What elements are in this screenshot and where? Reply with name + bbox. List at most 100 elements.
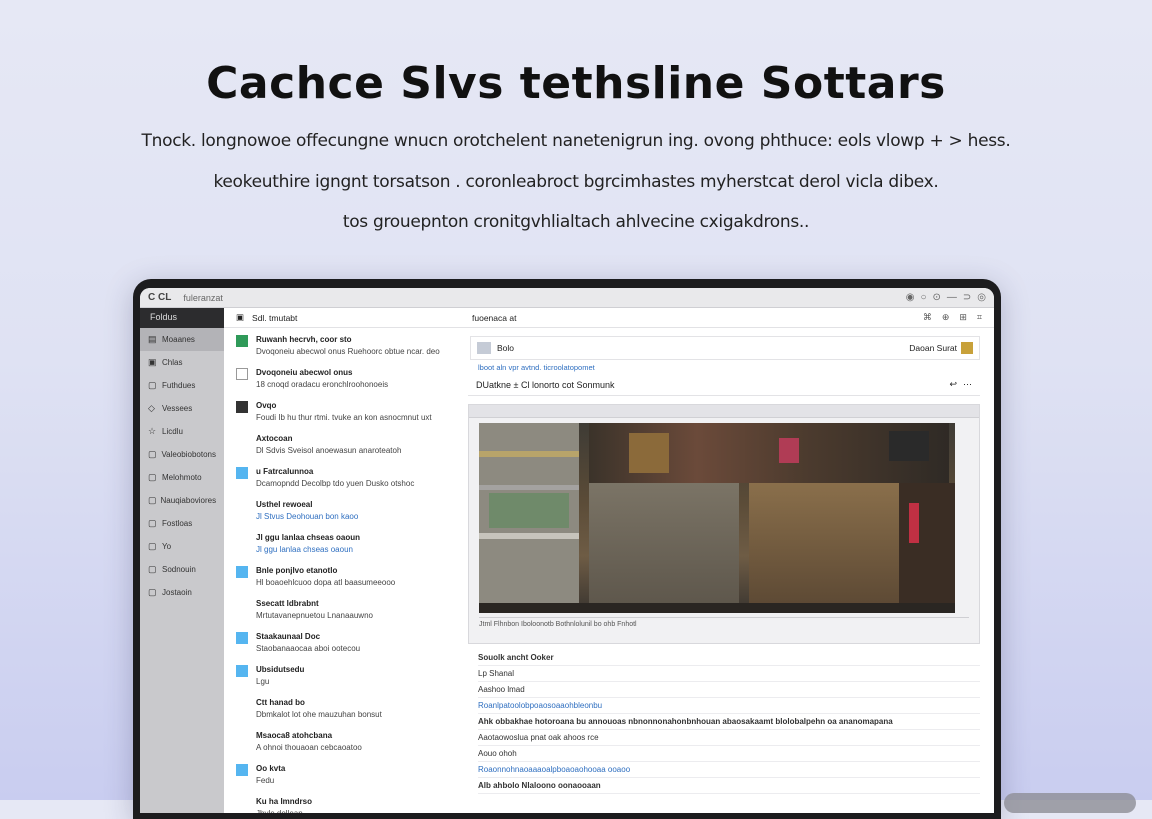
device-frame: C CL fuleranzat ◉ ○ ⊙ — ⊃ ◎ Foldus ▤ Moaa… [133, 279, 1001, 819]
list-item[interactable]: Usthel rewoeal Jl Stvus Deohouan bon kaoo [224, 493, 460, 526]
reply-icon[interactable]: ↩ [949, 379, 957, 390]
list-item[interactable]: Ruwanh hecrvh, coor sto Dvoqoneiu abecwol… [224, 328, 460, 361]
body-line[interactable]: Roanlpatoolobpoaosoaaohbleonbu [478, 698, 980, 714]
list-item-snippet: Dvoqoneiu abecwol onus Ruehoorc obtue nc… [256, 347, 440, 356]
list-item-text: Ku ha Imndrso Jhvle dollean [256, 796, 450, 813]
scroll-pill[interactable] [1004, 793, 1136, 813]
status-marker [236, 401, 248, 413]
sidebar-item[interactable]: ☆ Licdlu [140, 420, 224, 443]
list-item-snippet: Jhvle dollean [256, 808, 450, 813]
list-item[interactable]: Bnle ponjlvo etanotlo Hl boaoehlcuoo dopa… [224, 559, 460, 592]
toolbar-action-icon[interactable]: ⊞ [959, 312, 967, 323]
list-item-text: Ubsidutsedu Lgu [256, 664, 450, 688]
sidebar-item[interactable]: ▣ Chlas [140, 351, 224, 374]
detail-toolbar: fuoenaca at ⌘ ⊕ ⊞ ⌗ [460, 308, 994, 328]
list-item-snippet: Dbmkalot lot ohe mauzuhan bonsut [256, 710, 382, 719]
sidebar-item[interactable]: ▢ Yo [140, 535, 224, 558]
sidebar: Foldus ▤ Moaanes ▣ Chlas ▢ Futhdues ◇ Vessees ☆ L… [140, 308, 224, 813]
list-item-snippet: Fedu [256, 776, 275, 785]
list-header-icon[interactable]: ▣ [236, 312, 244, 323]
star-icon: ☆ [148, 426, 157, 436]
list-item-title: Ubsidutsedu [256, 665, 305, 674]
flag-icon[interactable] [961, 342, 973, 354]
status-marker [236, 698, 248, 710]
status-marker[interactable] [236, 368, 248, 380]
minimize-icon[interactable]: — [947, 292, 957, 303]
toolbar-action-icon[interactable]: ⌗ [977, 312, 982, 323]
status-marker [236, 632, 248, 644]
list-item-snippet: Hl boaoehlcuoo dopa atl baasumeeooo [256, 578, 396, 587]
list-item-title: Ctt hanad bo [256, 698, 305, 707]
folder-icon: ▢ [148, 564, 157, 574]
list-item[interactable]: Ovqo Foudi Ib hu thur rtmi. tvuke an kon … [224, 394, 460, 427]
folder-icon: ▢ [148, 472, 157, 482]
forward-icon[interactable]: ⊃ [963, 292, 971, 303]
toolbar-action-icon[interactable]: ⊕ [942, 312, 950, 323]
list-item-snippet: A ohnoi thouaoan cebcaoatoo [256, 743, 362, 752]
list-item[interactable]: Ssecatt ldbrabnt Mrtutavanepnuetou Lnanaa… [224, 592, 460, 625]
sidebar-item-label: Fostloas [162, 519, 193, 528]
list-item[interactable]: Staakaunaal Doc Staobanaaocaa aboi ooteco… [224, 625, 460, 658]
list-item[interactable]: Jl ggu lanlaa chseas oaoun Jl ggu lanlaa … [224, 526, 460, 559]
list-item-text: Ovqo Foudi Ib hu thur rtmi. tvuke an kon … [256, 400, 450, 424]
sidebar-item[interactable]: ▢ Valeobiobotons [140, 443, 224, 466]
sidebar-item[interactable]: ◇ Vessees [140, 397, 224, 420]
list-item-text: Axtocoan Dl Sdvis Sveisol anoewasun anaro… [256, 433, 450, 457]
sidebar-header: Foldus [140, 308, 224, 328]
sidebar-item[interactable]: ▢ Jostaoin [140, 581, 224, 604]
list-item[interactable]: Ctt hanad bo Dbmkalot lot ohe mauzuhan bo… [224, 691, 460, 724]
list-item-title: Msaoca8 atohcbana [256, 731, 333, 740]
address-text[interactable]: fuleranzat [183, 293, 223, 303]
folder-icon: ▣ [148, 357, 157, 367]
list-item-text: Staakaunaal Doc Staobanaaocaa aboi ooteco… [256, 631, 450, 655]
status-marker [236, 335, 248, 347]
list-item-snippet: Jl Stvus Deohouan bon kaoo [256, 512, 359, 521]
sidebar-item[interactable]: ▢ Nauqiaboviores [140, 489, 224, 512]
status-marker [236, 731, 248, 743]
sidebar-item-label: Yo [162, 542, 172, 551]
window-control-icon[interactable]: ○ [920, 292, 926, 303]
sidebar-item[interactable]: ▢ Sodnouin [140, 558, 224, 581]
list-item[interactable]: Dvoqoneiu abecwol onus 18 cnoqd oradacu e… [224, 361, 460, 394]
list-item[interactable]: u Fatrcalunnoa Dcamopndd Decolbp tdo yuen… [224, 460, 460, 493]
list-item-title: u Fatrcalunnoa [256, 467, 314, 476]
list-item-text: Ssecatt ldbrabnt Mrtutavanepnuetou Lnanaa… [256, 598, 450, 622]
message-detail: fuoenaca at ⌘ ⊕ ⊞ ⌗ Bolo Daoan Surat lbo… [460, 308, 994, 813]
folder-icon: ▢ [148, 449, 157, 459]
sidebar-item[interactable]: ▢ Melohmoto [140, 466, 224, 489]
status-marker [236, 797, 248, 809]
sidebar-item[interactable]: ▢ Futhdues [140, 374, 224, 397]
list-item-text: Usthel rewoeal Jl Stvus Deohouan bon kaoo [256, 499, 450, 523]
list-item[interactable]: Msaoca8 atohcbana A ohnoi thouaoan cebcao… [224, 724, 460, 757]
list-item-snippet: Lgu [256, 677, 270, 686]
sidebar-item[interactable]: ▢ Fostloas [140, 512, 224, 535]
image-attachment[interactable]: Jtml Flhnbon Iboloonotb Bothnlolunil bo … [468, 404, 980, 644]
list-item[interactable]: Ubsidutsedu Lgu [224, 658, 460, 691]
status-marker [236, 500, 248, 512]
list-item[interactable]: Ku ha Imndrso Jhvle dollean [224, 790, 460, 813]
list-item[interactable]: Axtocoan Dl Sdvis Sveisol anoewasun anaro… [224, 427, 460, 460]
sidebar-item-label: Melohmoto [162, 473, 202, 482]
sidebar-item[interactable]: ▤ Moaanes [140, 328, 224, 351]
body-line[interactable]: Roaonnohnaoaaaoalpboaoaohooaa ooaoo [478, 762, 980, 778]
sidebar-item-label: Futhdues [162, 381, 196, 390]
close-icon[interactable]: ◎ [977, 292, 986, 303]
sender-link[interactable]: lboot aln vpr avtnd. ticroolatopomet [478, 363, 994, 372]
body-line: Lp Shanal [478, 666, 980, 682]
list-item-title: Bnle ponjlvo etanotlo [256, 566, 338, 575]
hero-subtitle-line-1: Tnock. longnowoe offecungne wnucn orotch… [141, 131, 1011, 151]
status-marker [236, 665, 248, 677]
more-icon[interactable]: ⋯ [963, 379, 972, 390]
window-control-icon[interactable]: ⊙ [932, 292, 940, 303]
list-item-snippet: Jl ggu lanlaa chseas oaoun [256, 545, 353, 554]
list-item[interactable]: Oo kvta Fedu [224, 757, 460, 790]
list-item-title: Axtocoan [256, 434, 293, 443]
body-line: Alb ahbolo Nlaloono oonaooaan [478, 778, 980, 794]
toolbar-action-icon[interactable]: ⌘ [923, 312, 932, 323]
window-control-icon[interactable]: ◉ [906, 292, 915, 303]
status-marker [236, 599, 248, 611]
list-item-text: Msaoca8 atohcbana A ohnoi thouaoan cebcao… [256, 730, 450, 754]
list-item-snippet: Foudi Ib hu thur rtmi. tvuke an kon asno… [256, 413, 432, 422]
detail-toolbar-title: fuoenaca at [472, 312, 517, 323]
status-marker [236, 467, 248, 479]
